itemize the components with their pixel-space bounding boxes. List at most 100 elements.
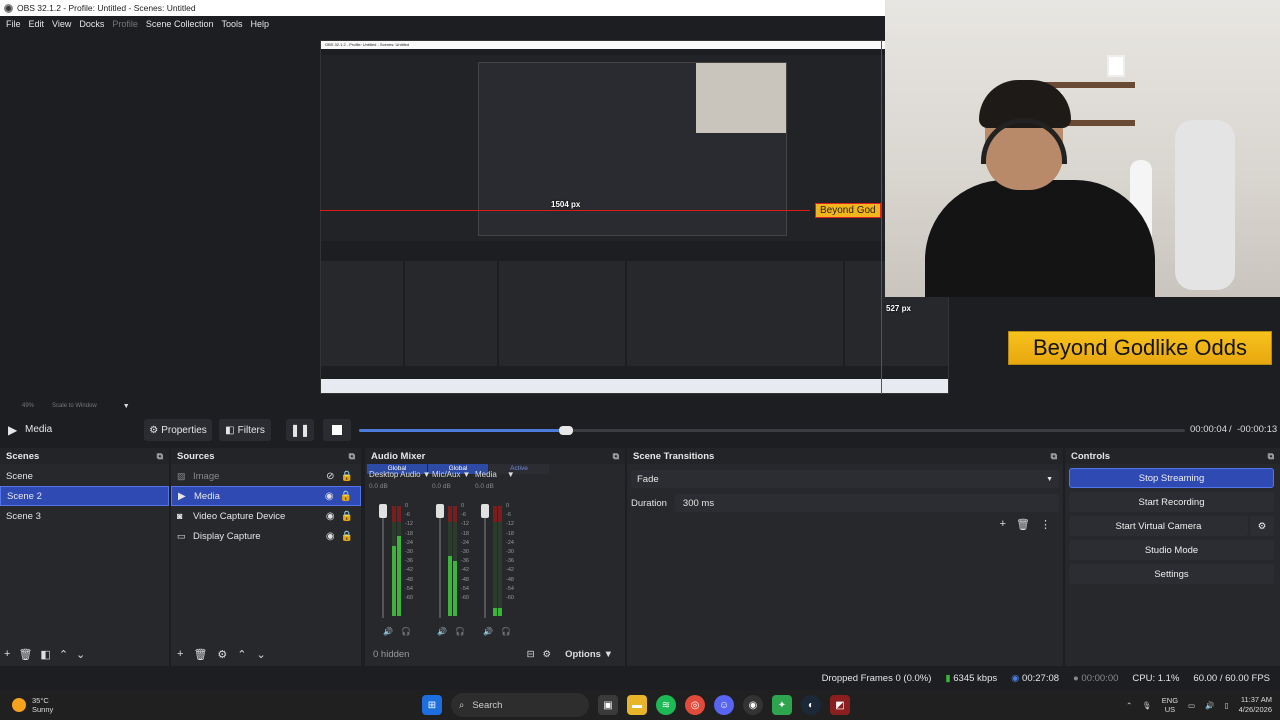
system-tray: ⌃ 🎙 ENG US ▭ 🔊 ▯ 11:37 AM 4/26/2026 bbox=[1126, 690, 1272, 720]
steam-icon[interactable]: ◐ bbox=[801, 695, 821, 715]
speaker-icon[interactable]: 🔊 bbox=[437, 627, 447, 636]
taskbar-search[interactable]: ⌕ Search bbox=[451, 693, 589, 717]
duration-input[interactable]: 300 ms bbox=[674, 494, 1059, 512]
menu-profile[interactable]: Profile bbox=[108, 19, 142, 29]
fader-handle[interactable] bbox=[379, 504, 387, 518]
scene-item[interactable]: Scene 3 bbox=[0, 506, 169, 526]
scene-filters-icon[interactable]: ◧ bbox=[40, 648, 50, 661]
speaker-icon[interactable]: 🔊 bbox=[483, 627, 493, 636]
menu-tools[interactable]: Tools bbox=[217, 19, 246, 29]
eye-hidden-icon[interactable]: ⊘ bbox=[326, 471, 334, 482]
dock-float-icon[interactable]: ⧉ bbox=[349, 451, 355, 462]
speaker-icon[interactable]: 🔊 bbox=[383, 627, 393, 636]
menu-docks[interactable]: Docks bbox=[75, 19, 108, 29]
pause-button[interactable]: ❚❚ bbox=[286, 419, 314, 441]
stop-streaming-button[interactable]: Stop Streaming bbox=[1069, 468, 1274, 488]
menu-view[interactable]: View bbox=[48, 19, 75, 29]
source-properties-icon[interactable]: ⚙ bbox=[217, 648, 227, 661]
dock-float-icon[interactable]: ⧉ bbox=[157, 451, 163, 462]
volume-fader-desktop[interactable] bbox=[382, 508, 384, 618]
zoom-mode[interactable]: Scale to Window bbox=[52, 403, 97, 409]
seek-progress bbox=[359, 429, 566, 432]
battery-icon[interactable]: ▯ bbox=[1224, 701, 1228, 710]
chevron-down-icon[interactable]: ▼ bbox=[462, 470, 470, 479]
preview-canvas[interactable]: OBS 32.1.2 - Profile: Untitled - Scenes:… bbox=[0, 0, 1280, 400]
add-source-icon[interactable]: + bbox=[177, 648, 183, 660]
add-transition-icon[interactable]: + bbox=[1000, 518, 1006, 531]
options-button[interactable]: Options ▼ bbox=[565, 649, 613, 660]
zoom-dropdown-icon[interactable]: ▼ bbox=[123, 403, 130, 410]
start-virtual-camera-button[interactable]: Start Virtual Camera bbox=[1069, 516, 1248, 536]
lock-icon[interactable]: 🔒 bbox=[340, 491, 352, 502]
menu-help[interactable]: Help bbox=[246, 19, 273, 29]
scene-item[interactable]: Scene bbox=[0, 466, 169, 486]
obs-icon[interactable]: ◉ bbox=[743, 695, 763, 715]
volume-icon[interactable]: 🔊 bbox=[1205, 701, 1214, 710]
dock-float-icon[interactable]: ⧉ bbox=[613, 451, 619, 462]
file-explorer-icon[interactable]: ▬ bbox=[627, 695, 647, 715]
eye-icon[interactable]: ◉ bbox=[325, 491, 334, 502]
start-icon[interactable]: ⊞ bbox=[422, 695, 442, 715]
app-icon[interactable]: ◩ bbox=[830, 695, 850, 715]
volume-fader-mic[interactable] bbox=[439, 508, 441, 618]
remove-scene-icon[interactable]: 🗑 bbox=[18, 648, 32, 661]
move-up-icon[interactable]: ⌃ bbox=[59, 648, 68, 661]
language-indicator[interactable]: ENG US bbox=[1162, 696, 1178, 714]
lock-icon[interactable]: 🔒 bbox=[341, 471, 353, 482]
discord-icon[interactable]: ☺ bbox=[714, 695, 734, 715]
scenes-header: Scenes ⧉ bbox=[0, 448, 169, 464]
move-down-icon[interactable]: ⌄ bbox=[76, 648, 85, 661]
lock-icon[interactable]: 🔒 bbox=[341, 531, 353, 542]
headphones-icon[interactable]: 🎧 bbox=[501, 627, 511, 636]
eye-icon[interactable]: ◉ bbox=[326, 511, 335, 522]
source-item[interactable]: ▭ Display Capture ◉ 🔒 bbox=[171, 526, 361, 546]
headphones-icon[interactable]: 🎧 bbox=[401, 627, 411, 636]
source-item[interactable]: ◙ Video Capture Device ◉ 🔒 bbox=[171, 506, 361, 526]
source-item-selected[interactable]: ▶ Media ◉ 🔒 bbox=[171, 486, 361, 506]
chevron-up-icon[interactable]: ⌃ bbox=[1126, 701, 1132, 710]
spotify-icon[interactable]: ≋ bbox=[656, 695, 676, 715]
eye-icon[interactable]: ◉ bbox=[326, 531, 335, 542]
fader-handle[interactable] bbox=[481, 504, 489, 518]
more-options-icon[interactable]: ⋮ bbox=[1040, 518, 1051, 531]
menu-file[interactable]: File bbox=[2, 19, 25, 29]
virtual-camera-settings-button[interactable]: ⚙ bbox=[1250, 516, 1274, 536]
task-view-icon[interactable]: ▣ bbox=[598, 695, 618, 715]
move-up-icon[interactable]: ⌃ bbox=[237, 648, 246, 661]
layout-icon[interactable]: ⊟ bbox=[527, 649, 535, 660]
clock[interactable]: 11:37 AM 4/26/2026 bbox=[1239, 695, 1272, 715]
app-icon[interactable]: ✦ bbox=[772, 695, 792, 715]
dock-float-icon[interactable]: ⧉ bbox=[1051, 451, 1057, 462]
mixer-settings-icon[interactable]: ⚙ bbox=[543, 649, 552, 660]
menu-edit[interactable]: Edit bbox=[25, 19, 49, 29]
remove-source-icon[interactable]: 🗑 bbox=[193, 648, 207, 661]
seek-slider[interactable] bbox=[359, 426, 1185, 435]
filters-button[interactable]: ◧ Filters bbox=[219, 419, 271, 441]
remove-transition-icon[interactable]: 🗑 bbox=[1016, 518, 1030, 531]
chevron-down-icon[interactable]: ▼ bbox=[423, 470, 431, 479]
chrome-icon[interactable]: ◎ bbox=[685, 695, 705, 715]
stop-button[interactable] bbox=[323, 419, 351, 441]
scene-item-selected[interactable]: Scene 2 bbox=[0, 486, 169, 506]
stop-icon bbox=[332, 425, 342, 435]
studio-mode-button[interactable]: Studio Mode bbox=[1069, 540, 1274, 560]
dock-float-icon[interactable]: ⧉ bbox=[1268, 451, 1274, 462]
source-item[interactable]: ▨ Image ⊘ 🔒 bbox=[171, 466, 361, 486]
zoom-value[interactable]: 49% bbox=[22, 403, 34, 409]
lock-icon[interactable]: 🔒 bbox=[341, 511, 353, 522]
properties-button[interactable]: ⚙ Properties bbox=[144, 419, 212, 441]
headphones-icon[interactable]: 🎧 bbox=[455, 627, 465, 636]
seek-handle[interactable] bbox=[558, 426, 573, 435]
start-recording-button[interactable]: Start Recording bbox=[1069, 492, 1274, 512]
weather-widget[interactable]: 35°C Sunny bbox=[0, 696, 53, 714]
microphone-icon[interactable]: 🎙 bbox=[1142, 701, 1152, 710]
volume-fader-media[interactable] bbox=[484, 508, 486, 618]
network-icon[interactable]: ▭ bbox=[1188, 701, 1195, 710]
move-down-icon[interactable]: ⌄ bbox=[257, 648, 266, 661]
menu-scene-collection[interactable]: Scene Collection bbox=[142, 19, 218, 29]
add-scene-icon[interactable]: + bbox=[4, 648, 10, 660]
fader-handle[interactable] bbox=[436, 504, 444, 518]
transition-select[interactable]: Fade ▼ bbox=[631, 470, 1059, 488]
settings-button[interactable]: Settings bbox=[1069, 564, 1274, 584]
chevron-down-icon[interactable]: ▼ bbox=[507, 470, 515, 479]
